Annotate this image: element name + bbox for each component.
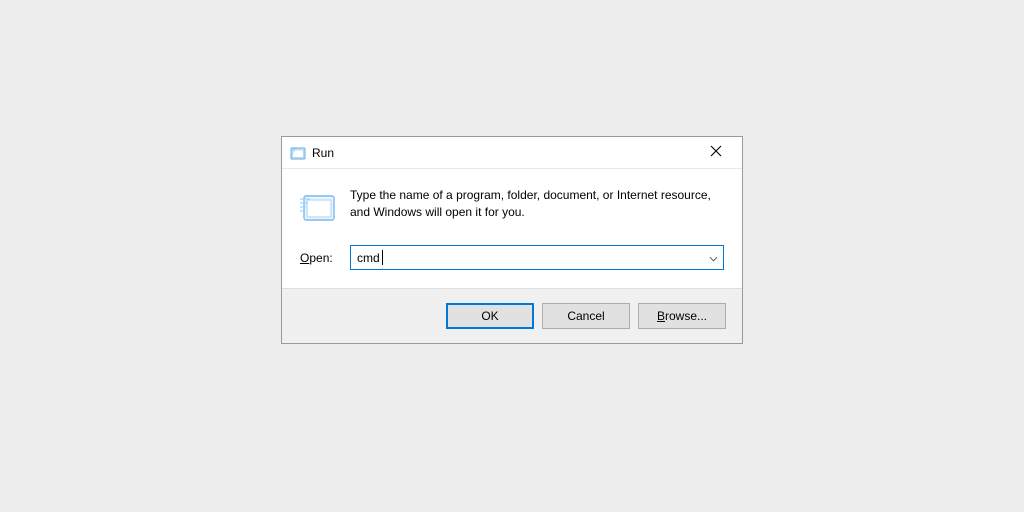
open-input[interactable] [351, 246, 703, 269]
window-title: Run [312, 146, 696, 160]
description-row: Type the name of a program, folder, docu… [300, 187, 724, 225]
combobox-dropdown-button[interactable] [703, 246, 723, 269]
browse-button[interactable]: Browse... [638, 303, 726, 329]
dialog-body: Type the name of a program, folder, docu… [282, 169, 742, 288]
open-label: Open: [300, 251, 338, 265]
cancel-button[interactable]: Cancel [542, 303, 630, 329]
dialog-footer: OK Cancel Browse... [282, 288, 742, 343]
run-large-icon [300, 189, 336, 225]
ok-button[interactable]: OK [446, 303, 534, 329]
run-dialog: Run Type the name of a program, folder, … [281, 136, 743, 344]
description-text: Type the name of a program, folder, docu… [350, 187, 724, 225]
text-caret [382, 250, 383, 265]
run-icon [290, 145, 306, 161]
titlebar[interactable]: Run [282, 137, 742, 169]
close-button[interactable] [696, 139, 736, 167]
chevron-down-icon [709, 251, 718, 265]
close-icon [710, 145, 722, 160]
open-combobox[interactable] [350, 245, 724, 270]
open-row: Open: [300, 245, 724, 270]
